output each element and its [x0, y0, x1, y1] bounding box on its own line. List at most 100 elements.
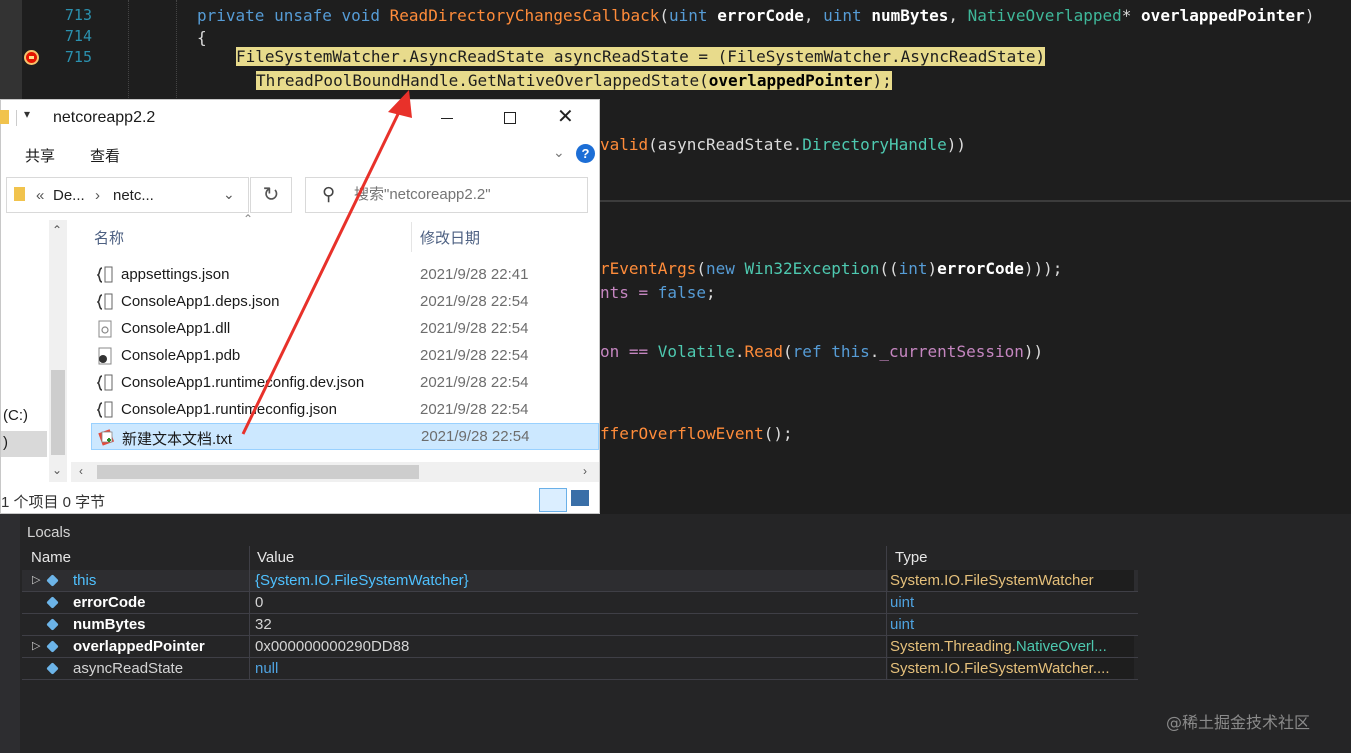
expand-ribbon-icon[interactable]: ⌄ [553, 144, 565, 161]
column-header-date[interactable]: 修改日期 [420, 227, 480, 248]
line-number-713: 713 [64, 6, 92, 24]
title-bar[interactable]: ▾ netcoreapp2.2 ✕ [0, 100, 601, 136]
file-date: 2021/9/28 22:54 [420, 374, 529, 391]
code-line-valid: valid(asyncReadState.DirectoryHandle)) [600, 135, 967, 154]
variable-icon [46, 574, 59, 587]
column-header-type[interactable]: Type [895, 549, 928, 571]
expand-arrow-icon[interactable]: ▷ [32, 573, 40, 586]
file-name: appsettings.json [121, 266, 230, 283]
file-row[interactable]: ConsoleApp1.runtimeconfig.json 2021/9/28… [91, 397, 599, 424]
file-row[interactable]: ConsoleApp1.runtimeconfig.dev.json 2021/… [91, 370, 599, 397]
pdb-file-icon [98, 347, 112, 365]
code-line-false: nts = false; [600, 283, 716, 302]
locals-title: Locals [27, 524, 71, 541]
variable-icon [46, 662, 59, 675]
code-line-713: private unsafe void ReadDirectoryChanges… [197, 6, 1315, 25]
editor-separator [600, 200, 1351, 202]
file-row-selected[interactable]: 新建文本文档.txt 2021/9/28 22:54 [91, 423, 599, 450]
file-name: ConsoleApp1.deps.json [121, 293, 280, 310]
nav-item-selected[interactable]: ) [3, 434, 8, 451]
variable-name: numBytes [73, 616, 146, 633]
json-file-icon [97, 293, 113, 310]
file-date: 2021/9/28 22:54 [420, 320, 529, 337]
dll-file-icon [98, 320, 112, 338]
variable-type: System.Threading.NativeOverl... [888, 636, 1134, 657]
quick-access-dropdown-icon[interactable]: ▾ [24, 107, 30, 121]
scroll-down-icon[interactable]: ⌄ [52, 463, 62, 477]
file-name: 新建文本文档.txt [122, 431, 233, 448]
refresh-button[interactable]: ↻ [250, 177, 292, 213]
variable-type: uint [890, 594, 915, 611]
search-box[interactable]: ⚲ [305, 177, 588, 213]
file-explorer-window[interactable]: ▾ netcoreapp2.2 ✕ 共享 查看 ⌄ ? « De... › ne… [0, 99, 600, 514]
file-date: 2021/9/28 22:54 [420, 401, 529, 418]
column-header-name[interactable]: Name [31, 549, 71, 571]
column-divider[interactable] [411, 222, 412, 252]
search-input[interactable] [354, 186, 579, 203]
variable-value[interactable]: 32 [255, 616, 272, 633]
sort-ascending-icon: ⌃ [243, 212, 254, 226]
variable-name: asyncReadState [73, 660, 184, 677]
large-icons-view-button[interactable] [571, 490, 589, 506]
tab-share[interactable]: 共享 [25, 145, 55, 166]
minimize-button[interactable] [441, 118, 453, 119]
horizontal-scrollbar[interactable]: ‹ › [71, 462, 599, 482]
variable-value[interactable]: 0x000000000290DD88 [255, 638, 409, 655]
address-overflow-icon[interactable]: « [36, 187, 44, 204]
locals-row[interactable]: ▷ overlappedPointer 0x000000000290DD88 S… [22, 636, 1138, 658]
breadcrumb-segment[interactable]: De... [53, 187, 85, 204]
breakpoint-icon[interactable] [24, 50, 39, 65]
file-name: ConsoleApp1.pdb [121, 347, 241, 364]
scroll-left-icon[interactable]: ‹ [79, 464, 83, 478]
file-name: ConsoleApp1.runtimeconfig.dev.json [121, 374, 365, 391]
locals-row[interactable]: numBytes 32 uint [22, 614, 1138, 636]
scrollbar-thumb[interactable] [97, 465, 419, 479]
line-number-714: 714 [64, 27, 92, 45]
address-bar[interactable]: « De... › netc... ⌄ [6, 177, 249, 213]
code-line-716: ThreadPoolBoundHandle.GetNativeOverlappe… [256, 71, 892, 90]
file-date: 2021/9/28 22:41 [420, 266, 529, 283]
chevron-down-icon[interactable]: ⌄ [223, 186, 235, 203]
variable-type: System.IO.FileSystemWatcher.... [888, 658, 1134, 679]
variable-value[interactable]: 0 [255, 594, 263, 611]
file-row[interactable]: ConsoleApp1.pdb 2021/9/28 22:54 [91, 343, 599, 370]
details-view-button[interactable] [539, 488, 567, 512]
code-line-overflow: fferOverflowEvent(); [600, 424, 793, 443]
tab-view[interactable]: 查看 [90, 145, 120, 166]
file-row[interactable]: ConsoleApp1.dll 2021/9/28 22:54 [91, 316, 599, 343]
nav-item-drive-c[interactable]: (C:) [3, 407, 28, 424]
code-line-eventargs: rEventArgs(new Win32Exception((int)error… [600, 259, 1063, 278]
file-row[interactable]: appsettings.json 2021/9/28 22:41 [91, 262, 599, 289]
column-divider[interactable] [249, 546, 250, 572]
file-date: 2021/9/28 22:54 [421, 428, 530, 445]
scroll-right-icon[interactable]: › [583, 464, 587, 478]
column-header-value[interactable]: Value [257, 549, 294, 571]
locals-row[interactable]: ▷ this {System.IO.FileSystemWatcher} Sys… [22, 570, 1138, 592]
json-file-icon [97, 266, 113, 283]
breadcrumb-segment[interactable]: netc... [113, 187, 154, 204]
scroll-up-icon[interactable]: ⌃ [52, 223, 62, 237]
locals-window[interactable]: Locals Name Value Type ▷ this {System.IO… [0, 514, 1351, 753]
expand-arrow-icon[interactable]: ▷ [32, 639, 40, 652]
maximize-button[interactable] [504, 112, 516, 124]
close-button[interactable]: ✕ [557, 104, 574, 129]
search-icon: ⚲ [322, 184, 336, 204]
nav-scrollbar-thumb[interactable] [51, 370, 65, 455]
folder-icon [0, 110, 9, 124]
column-header-name[interactable]: 名称 [94, 227, 124, 248]
variable-value[interactable]: null [255, 660, 278, 677]
breadcrumb-chevron-icon[interactable]: › [95, 187, 100, 204]
locals-row[interactable]: asyncReadState null System.IO.FileSystem… [22, 658, 1138, 680]
locals-left-edge [0, 514, 20, 753]
help-icon[interactable]: ? [576, 144, 595, 163]
variable-value[interactable]: {System.IO.FileSystemWatcher} [255, 572, 469, 589]
file-name: ConsoleApp1.dll [121, 320, 231, 337]
locals-row[interactable]: errorCode 0 uint [22, 592, 1138, 614]
file-row[interactable]: ConsoleApp1.deps.json 2021/9/28 22:54 [91, 289, 599, 316]
window-title: netcoreapp2.2 [53, 109, 156, 126]
code-line-714: { [197, 28, 207, 47]
column-divider[interactable] [886, 546, 887, 572]
variable-name: errorCode [73, 594, 146, 611]
navigation-pane[interactable]: (C:) ) ⌃ ⌄ [1, 220, 69, 482]
json-file-icon [97, 374, 113, 391]
